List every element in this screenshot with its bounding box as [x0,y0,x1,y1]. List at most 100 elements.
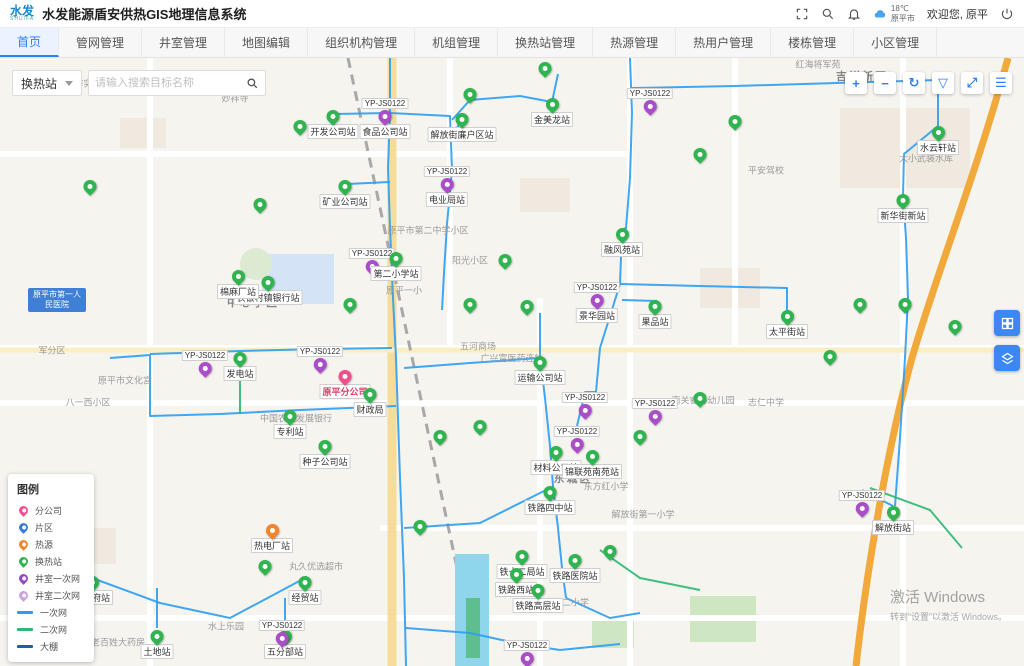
map-marker-station[interactable]: 解放街廉户区站 [427,113,496,142]
map-marker-station[interactable] [294,120,307,133]
nav-tab-6[interactable]: 换热站管理 [498,28,593,57]
map-marker-well[interactable]: YP-JS0122 [632,398,678,423]
marker-name-label: 铁路医院站 [549,568,600,583]
map-marker-well[interactable]: YP-JS0122 [182,350,228,375]
nav-tab-2[interactable]: 井室管理 [142,28,225,57]
search-submit-icon[interactable] [246,77,259,90]
fullscreen-icon[interactable] [795,7,809,21]
map-marker-well[interactable]: YP-JS0122 [259,620,305,645]
search-category-select[interactable]: 换热站 [12,70,82,96]
map-marker-station[interactable]: 锦联苑南苑站 [562,450,622,479]
map-marker-station[interactable]: 棉麻厂站 [217,270,259,299]
marker-name-label: 发电站 [223,366,256,381]
nav-tab-3[interactable]: 地图编辑 [225,28,308,57]
nav-tab-1[interactable]: 管网管理 [59,28,142,57]
legend-pin-icon [17,589,30,602]
zoom-out-button[interactable]: − [874,72,896,94]
map-marker-well[interactable]: YP-JS0122 [504,640,550,665]
filter-button[interactable]: ▽ [932,72,954,94]
logout-icon[interactable] [1000,7,1014,21]
pin-icon [461,85,479,103]
map-marker-station[interactable] [84,180,97,193]
map-marker-station[interactable] [824,350,837,363]
pin-icon [646,407,664,425]
legend-title: 图例 [17,481,85,497]
map-marker-station[interactable]: 运输公司站 [514,356,565,385]
map-marker-station[interactable] [729,115,742,128]
map-marker-station[interactable]: 发电站 [223,352,256,381]
layer-switch-button[interactable] [994,345,1020,371]
map-marker-well[interactable]: YP-JS0122电业局站 [424,166,470,207]
map-marker-station[interactable] [949,320,962,333]
nav-tab-10[interactable]: 小区管理 [854,28,937,57]
pin-icon [341,295,359,313]
map-marker-station[interactable] [464,88,477,101]
search-input[interactable] [95,77,246,89]
map-marker-station[interactable]: 铁路医院站 [549,554,600,583]
map-marker-station[interactable]: 经贸站 [288,576,321,605]
map-marker-well[interactable]: YP-JS0122景华园站 [574,282,620,323]
map-marker-well[interactable]: YP-JS0122 [839,490,885,515]
legend-item: 大棚 [17,638,85,655]
map-view[interactable]: 原平市实验中学妙祥寺吉祥新区红海将军苑中心小区东城区军分区八一西小区原平市文化宫… [0,58,1024,666]
map-marker-station[interactable]: 铁路四中站 [524,486,575,515]
nav-tab-0[interactable]: 首页 [0,28,59,57]
map-marker-station[interactable]: 土地站 [140,630,173,659]
marker-name-label: 解放街站 [872,520,914,535]
map-marker-station[interactable] [521,300,534,313]
bell-icon[interactable] [847,7,861,21]
map-marker-station[interactable] [634,430,647,443]
map-marker-station[interactable] [464,298,477,311]
nav-tab-7[interactable]: 热源管理 [593,28,676,57]
map-marker-station[interactable] [434,430,447,443]
map-marker-station[interactable]: 金美龙站 [531,98,573,127]
map-marker-station[interactable]: 专利站 [273,410,306,439]
layer-settings-button[interactable]: ☰ [990,72,1012,94]
map-marker-station[interactable]: 新华街新站 [877,194,928,223]
nav-tab-4[interactable]: 组织机构管理 [308,28,415,57]
pin-icon [894,191,912,209]
nav-tab-5[interactable]: 机组管理 [415,28,498,57]
map-marker-station[interactable]: 太平街站 [766,310,808,339]
search-icon[interactable] [821,7,835,21]
map-marker-source[interactable]: 热电厂站 [251,524,293,553]
map-marker-station[interactable] [259,560,272,573]
map-marker-station[interactable]: 种子公司站 [299,440,350,469]
map-marker-station[interactable]: 融风苑站 [601,228,643,257]
map-marker-station[interactable] [254,198,267,211]
map-marker-station[interactable]: 矿业公司站 [319,180,370,209]
nav-tab-8[interactable]: 热用户管理 [676,28,771,57]
map-marker-station[interactable] [694,148,707,161]
map-marker-station[interactable] [854,298,867,311]
map-marker-station[interactable] [604,545,617,558]
map-marker-station[interactable] [539,62,552,75]
map-marker-well[interactable]: YP-JS0122 [627,88,673,113]
fit-extent-button[interactable]: ⤢ [961,72,983,94]
map-marker-well[interactable]: YP-JS0122 [297,346,343,371]
reset-view-button[interactable]: ↻ [903,72,925,94]
pin-icon [691,389,709,407]
map-marker-station[interactable]: 水云轩站 [917,126,959,155]
map-marker-station[interactable] [499,254,512,267]
pin-icon [229,267,247,285]
marker-code-badge: YP-JS0122 [362,98,408,109]
legend-pin-icon [17,521,30,534]
map-marker-station[interactable]: 第二小学站 [370,252,421,281]
map-marker-well[interactable]: YP-JS0122 [554,426,600,451]
map-marker-station[interactable] [474,420,487,433]
pin-icon [281,407,299,425]
map-marker-station[interactable]: 财政局 [353,388,386,417]
map-marker-well[interactable]: YP-JS0122食品公司站 [359,98,410,139]
zoom-in-button[interactable]: + [845,72,867,94]
map-marker-station[interactable] [694,392,707,405]
map-marker-station[interactable]: 果品站 [638,300,671,329]
map-marker-well[interactable]: YP-JS0122 [562,392,608,417]
map-marker-station[interactable] [414,520,427,533]
map-marker-station[interactable] [344,298,357,311]
nav-tab-9[interactable]: 楼栋管理 [771,28,854,57]
area-switch-button[interactable] [994,310,1020,336]
map-marker-station[interactable]: 铁路高层站 [512,584,563,613]
map-marker-station[interactable]: 开发公司站 [307,110,358,139]
map-marker-station[interactable] [899,298,912,311]
search-category-value: 换热站 [21,75,57,92]
